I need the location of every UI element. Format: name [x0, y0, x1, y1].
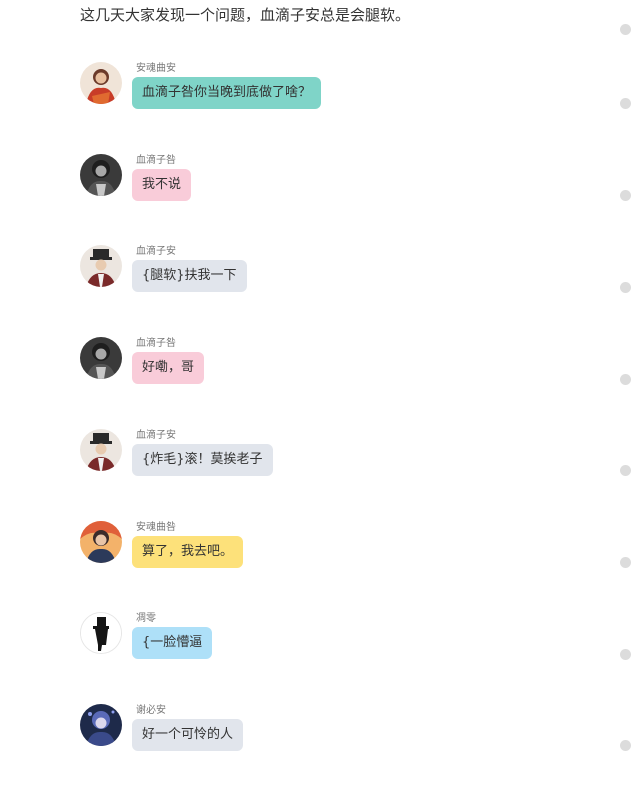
scroll-marker-dot[interactable]	[620, 282, 631, 293]
sender-name: 凋零	[136, 613, 156, 624]
chat-message: 血滴子咎 好嘞，哥	[80, 337, 600, 397]
sender-name: 血滴子安	[136, 430, 176, 441]
message-bubble[interactable]: 好嘞，哥	[132, 352, 205, 384]
sender-name: 谢必安	[136, 705, 166, 716]
scroll-marker-dot[interactable]	[620, 740, 631, 751]
scroll-marker-dot[interactable]	[620, 465, 631, 476]
scroll-marker-dot[interactable]	[620, 98, 631, 109]
chat-message: 凋零 {一脸懵逼	[80, 612, 600, 672]
hat-figure-avatar-icon[interactable]	[80, 429, 122, 471]
message-bubble[interactable]: 好一个可怜的人	[132, 719, 244, 751]
message-bubble[interactable]: {一脸懵逼	[132, 627, 213, 659]
silhouette-avatar-icon[interactable]	[80, 612, 122, 654]
hat-figure-avatar-icon[interactable]	[80, 245, 122, 287]
chat-message: 血滴子咎 我不说	[80, 154, 600, 214]
message-bubble[interactable]: 我不说	[132, 169, 192, 201]
message-bubble[interactable]: {腿软}扶我一下	[132, 260, 247, 292]
chat-message: 安魂曲咎 算了，我去吧。	[80, 521, 600, 581]
chat-message: 血滴子安 {炸毛}滚！莫挨老子	[80, 429, 600, 489]
scroll-marker-dot[interactable]	[620, 557, 631, 568]
message-bubble[interactable]: 血滴子咎你当晚到底做了啥？	[132, 77, 322, 109]
sender-name: 血滴子安	[136, 246, 176, 257]
sender-name: 血滴子咎	[136, 338, 176, 349]
red-warrior-avatar-icon[interactable]	[80, 62, 122, 104]
sender-name: 安魂曲安	[136, 63, 176, 74]
chat-message: 安魂曲安 血滴子咎你当晚到底做了啥？	[80, 62, 600, 122]
chat-message: 谢必安 好一个可怜的人	[80, 704, 600, 764]
sender-name: 血滴子咎	[136, 155, 176, 166]
dark-figure-avatar-icon[interactable]	[80, 154, 122, 196]
scroll-marker-dot[interactable]	[620, 24, 631, 35]
message-bubble[interactable]: {炸毛}滚！莫挨老子	[132, 444, 273, 476]
blue-haired-avatar-icon[interactable]	[80, 704, 122, 746]
message-bubble[interactable]: 算了，我去吧。	[132, 536, 244, 568]
scroll-marker-dot[interactable]	[620, 649, 631, 660]
sender-name: 安魂曲咎	[136, 522, 176, 533]
chat-message: 血滴子安 {腿软}扶我一下	[80, 245, 600, 305]
dark-figure-avatar-icon[interactable]	[80, 337, 122, 379]
fiery-figure-avatar-icon[interactable]	[80, 521, 122, 563]
scroll-marker-dot[interactable]	[620, 190, 631, 201]
scroll-markers	[618, 0, 640, 785]
intro-text: 这几天大家发现一个问题，血滴子安总是会腿软。	[80, 6, 411, 24]
scroll-marker-dot[interactable]	[620, 374, 631, 385]
